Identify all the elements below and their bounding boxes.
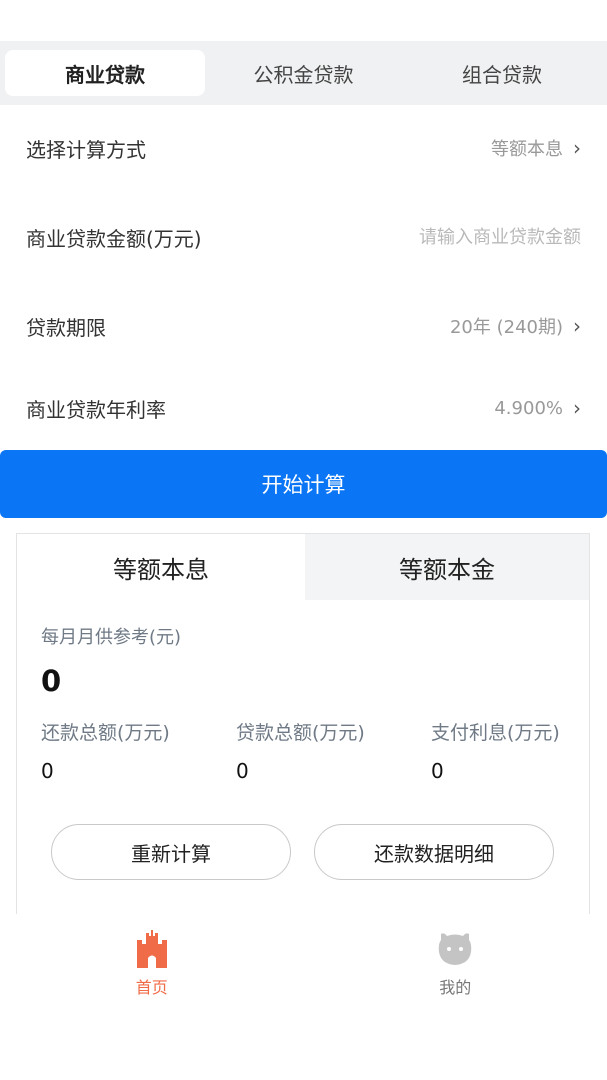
chevron-right-icon: › (573, 136, 581, 160)
calculate-button[interactable]: 开始计算 (0, 450, 607, 518)
rate-label: 商业贷款年利率 (26, 397, 166, 422)
method-label: 选择计算方式 (26, 137, 146, 162)
tab-combined-loan[interactable]: 组合贷款 (402, 50, 602, 96)
loan-total-label: 贷款总额(万元) (236, 722, 365, 744)
cat-face-icon (439, 933, 472, 965)
method-row[interactable]: 选择计算方式 等额本息 › (0, 126, 607, 170)
result-card: 等额本息 等额本金 每月月供参考(元) 0 还款总额(万元) 0 贷款总额(万元… (16, 533, 590, 914)
monthly-payment-label: 每月月供参考(元) (41, 627, 182, 648)
interest-value: 0 (431, 759, 444, 783)
method-value[interactable]: 等额本息 › (491, 135, 581, 161)
rate-value[interactable]: 4.900% › (494, 396, 581, 420)
total-repayment-stat: 还款总额(万元) 0 (41, 718, 170, 783)
amount-row: 商业贷款金额(万元) (0, 215, 607, 259)
tab-equal-installment[interactable]: 等额本息 (17, 534, 305, 600)
castle-icon (136, 930, 167, 968)
bottom-nav: 首页 我的 (0, 914, 607, 1014)
method-value-text: 等额本息 (491, 139, 563, 160)
chevron-right-icon: › (573, 314, 581, 338)
interest-stat: 支付利息(万元) 0 (431, 718, 560, 783)
term-value[interactable]: 20年 (240期) › (450, 313, 581, 339)
interest-label: 支付利息(万元) (431, 722, 560, 744)
total-repayment-value: 0 (41, 759, 54, 783)
term-row[interactable]: 贷款期限 20年 (240期) › (0, 304, 607, 348)
nav-label-home: 首页 (135, 978, 168, 997)
amount-label: 商业贷款金额(万元) (26, 226, 202, 251)
repayment-detail-button[interactable]: 还款数据明细 (314, 824, 554, 880)
loan-total-stat: 贷款总额(万元) 0 (236, 718, 365, 783)
tab-equal-principal[interactable]: 等额本金 (305, 534, 589, 600)
chevron-right-icon: › (573, 396, 581, 420)
rate-row[interactable]: 商业贷款年利率 4.900% › (0, 386, 607, 430)
tab-commercial-loan[interactable]: 商业贷款 (5, 50, 205, 96)
nav-item-home[interactable]: 首页 (0, 914, 304, 1014)
term-label: 贷款期限 (26, 315, 106, 340)
repayment-method-tabs: 等额本息 等额本金 (17, 534, 589, 600)
loan-type-tabs: 商业贷款 公积金贷款 组合贷款 (0, 41, 607, 105)
nav-label-mine: 我的 (439, 978, 472, 997)
nav-item-mine[interactable]: 我的 (304, 914, 607, 1014)
loan-total-value: 0 (236, 759, 249, 783)
recalculate-button[interactable]: 重新计算 (51, 824, 291, 880)
amount-input[interactable] (341, 226, 581, 248)
total-repayment-label: 还款总额(万元) (41, 722, 170, 744)
term-value-text: 20年 (240期) (449, 317, 563, 338)
monthly-payment-value: 0 (41, 664, 62, 698)
tab-provident-fund-loan[interactable]: 公积金贷款 (205, 50, 402, 96)
mortgage-calculator-page: 商业贷款 公积金贷款 组合贷款 选择计算方式 等额本息 › 商业贷款金额(万元)… (0, 0, 607, 1080)
rate-value-text: 4.900% (494, 397, 563, 419)
